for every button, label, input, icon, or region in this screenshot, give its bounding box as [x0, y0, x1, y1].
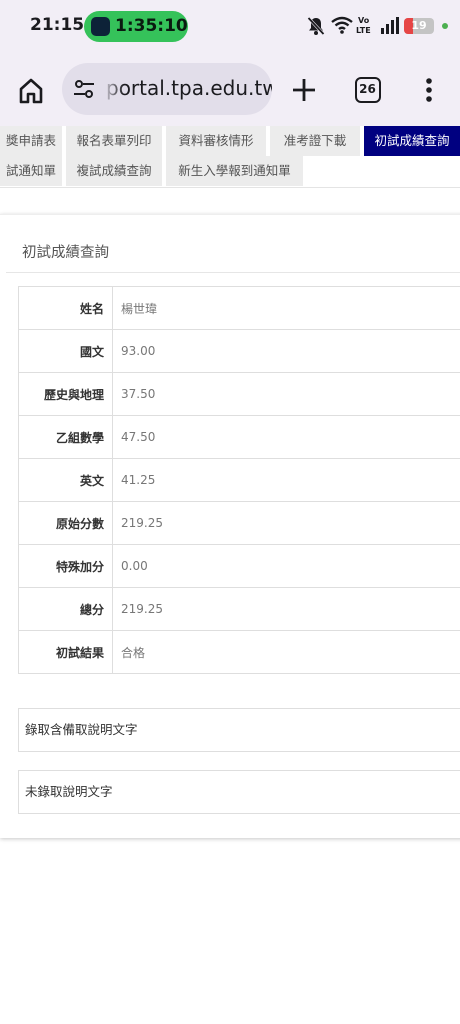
row-value: 楊世瑋: [112, 286, 460, 330]
table-row: 特殊加分 0.00: [18, 544, 460, 588]
home-icon[interactable]: [14, 74, 48, 108]
table-row: 原始分數 219.25: [18, 501, 460, 545]
score-table: 姓名 楊世瑋 國文 93.00 歷史與地理 37.50 乙組數學 47.50 英…: [18, 286, 460, 674]
row-value: 47.50: [112, 415, 460, 459]
call-timer: 1:35:10: [115, 16, 188, 36]
score-panel: 初試成績查詢 姓名 楊世瑋 國文 93.00 歷史與地理 37.50 乙組數學: [0, 214, 460, 838]
url-text: portal.tpa.edu.tw: [106, 76, 272, 100]
nav-tab-first-exam-scores[interactable]: 初試成績查詢: [364, 126, 460, 156]
more-vert-icon[interactable]: [418, 74, 440, 106]
row-label: 特殊加分: [18, 544, 113, 588]
table-row: 初試結果 合格: [18, 630, 460, 674]
nav-tab-second-exam-scores[interactable]: 複試成績查詢: [66, 156, 162, 186]
nav-tab-exam-notice[interactable]: 試通知單: [0, 156, 62, 186]
not-admitted-note: 未錄取說明文字: [18, 770, 460, 814]
tab-count: 26: [359, 82, 376, 96]
table-row: 乙組數學 47.50: [18, 415, 460, 459]
svg-text:Vo: Vo: [358, 16, 370, 25]
row-value: 37.50: [112, 372, 460, 416]
svg-text:LTE: LTE: [356, 26, 371, 35]
nav-tab-admission-ticket[interactable]: 准考證下載: [270, 126, 360, 156]
row-label: 國文: [18, 329, 113, 373]
plus-icon[interactable]: [288, 74, 320, 106]
tune-icon[interactable]: [72, 77, 96, 101]
table-row: 歷史與地理 37.50: [18, 372, 460, 416]
table-row: 英文 41.25: [18, 458, 460, 502]
battery-icon: 19: [404, 18, 434, 34]
table-row: 國文 93.00: [18, 329, 460, 373]
row-label: 初試結果: [18, 630, 113, 674]
table-row: 姓名 楊世瑋: [18, 286, 460, 330]
nav-tab-enrollment-notice[interactable]: 新生入學報到通知單: [166, 156, 303, 186]
status-time: 21:15: [30, 15, 85, 35]
url-bar[interactable]: portal.tpa.edu.tw: [62, 63, 272, 115]
row-value: 合格: [112, 630, 460, 674]
row-label: 英文: [18, 458, 113, 502]
status-bar: 21:15 1:35:10 Vo LTE 19: [0, 0, 460, 52]
nav-tab-scholarship-form[interactable]: 獎申請表: [0, 126, 62, 156]
row-label: 歷史與地理: [18, 372, 113, 416]
nav-divider: [0, 187, 460, 188]
row-label: 總分: [18, 587, 113, 631]
browser-toolbar: portal.tpa.edu.tw 26: [0, 52, 460, 126]
row-label: 姓名: [18, 286, 113, 330]
row-label: 乙組數學: [18, 415, 113, 459]
green-dot-icon: [442, 23, 448, 29]
web-page: 獎申請表 報名表單列印 資料審核情形 准考證下載 初試成績查詢 試通知單 複試成…: [0, 126, 460, 1024]
panel-title: 初試成績查詢: [22, 245, 109, 261]
battery-level: 19: [411, 19, 427, 32]
row-value: 219.25: [112, 501, 460, 545]
signal-icon: [381, 17, 399, 34]
row-value: 41.25: [112, 458, 460, 502]
row-value: 93.00: [112, 329, 460, 373]
call-timer-chip[interactable]: 1:35:10: [84, 11, 188, 42]
nav-tab-review-status[interactable]: 資料審核情形: [166, 126, 266, 156]
nav-tab-print-registration[interactable]: 報名表單列印: [66, 126, 162, 156]
call-app-icon: [91, 17, 110, 36]
admitted-note: 錄取含備取說明文字: [18, 708, 460, 752]
panel-title-divider: [6, 272, 460, 273]
wifi-icon: [331, 16, 353, 34]
row-label: 原始分數: [18, 501, 113, 545]
row-value: 219.25: [112, 587, 460, 631]
row-value: 0.00: [112, 544, 460, 588]
bell-off-icon: [307, 16, 325, 36]
tabs-icon[interactable]: 26: [355, 77, 381, 103]
table-row: 總分 219.25: [18, 587, 460, 631]
volte-icon: Vo LTE: [356, 16, 371, 35]
